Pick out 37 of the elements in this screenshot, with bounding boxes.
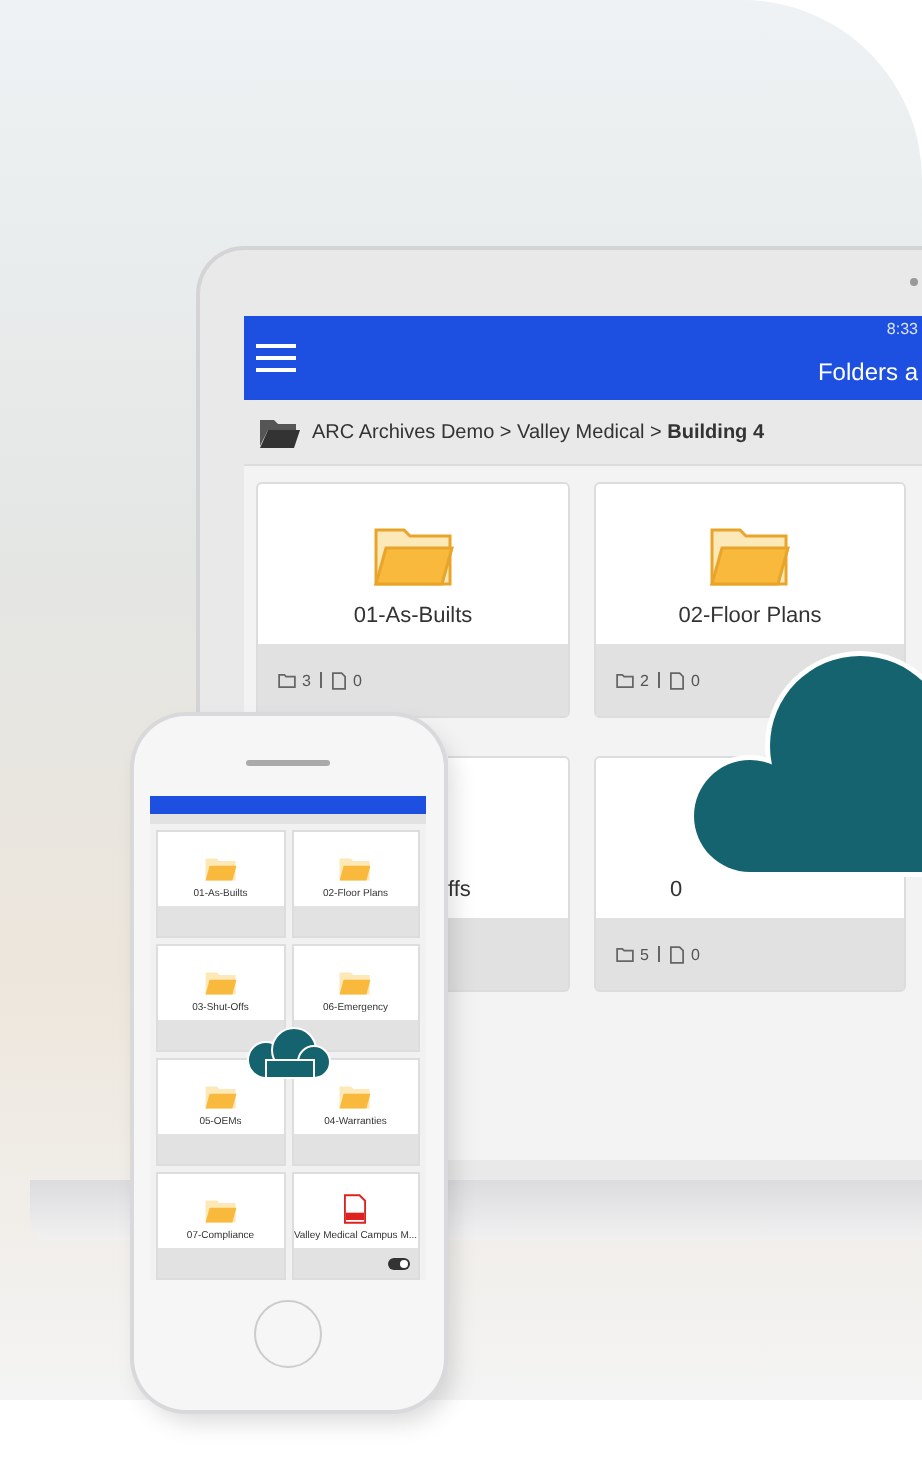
folder-icon [338, 970, 373, 996]
speaker-slot [246, 760, 330, 766]
file-icon [670, 945, 685, 963]
folder-name: ffs [448, 878, 471, 902]
file-icon [332, 671, 347, 689]
file-count: 0 [690, 671, 700, 689]
camera-dot [910, 278, 918, 286]
cloud-icon [242, 1026, 334, 1082]
folder-card[interactable]: ffs [448, 756, 570, 992]
folder-icon [203, 1198, 238, 1224]
breadcrumb-path[interactable]: ARC Archives Demo > Valley Medical > Building 4 [312, 421, 765, 443]
folder-name: 02-Floor Plans [678, 604, 822, 628]
folder-icon [203, 970, 238, 996]
folder-count: 2 [640, 671, 649, 689]
pdf-icon [344, 1194, 367, 1224]
folder-icon [278, 673, 296, 687]
toggle-switch[interactable] [388, 1257, 410, 1269]
folder-icon [338, 1084, 373, 1110]
file-count: 0 [690, 945, 700, 963]
folder-icon [203, 1084, 238, 1110]
folder-name: 01-As-Builts [353, 604, 473, 628]
file-count: 0 [352, 671, 362, 689]
app-title: Folders a [817, 358, 918, 386]
folder-icon [260, 417, 300, 447]
status-time: 8:33 [886, 320, 918, 338]
folder-card[interactable]: 01-As-Builts 3 0 [256, 482, 570, 718]
folder-icon [373, 524, 453, 588]
folder-count: 5 [640, 945, 649, 963]
folder-icon [338, 856, 373, 882]
folder-icon [203, 856, 238, 882]
folder-icon [710, 524, 790, 588]
folder-count: 3 [302, 671, 311, 689]
menu-icon[interactable] [256, 344, 296, 372]
file-icon [670, 671, 685, 689]
folder-name: 0 [668, 878, 683, 902]
folder-icon [616, 947, 634, 961]
folder-icon [616, 673, 634, 687]
